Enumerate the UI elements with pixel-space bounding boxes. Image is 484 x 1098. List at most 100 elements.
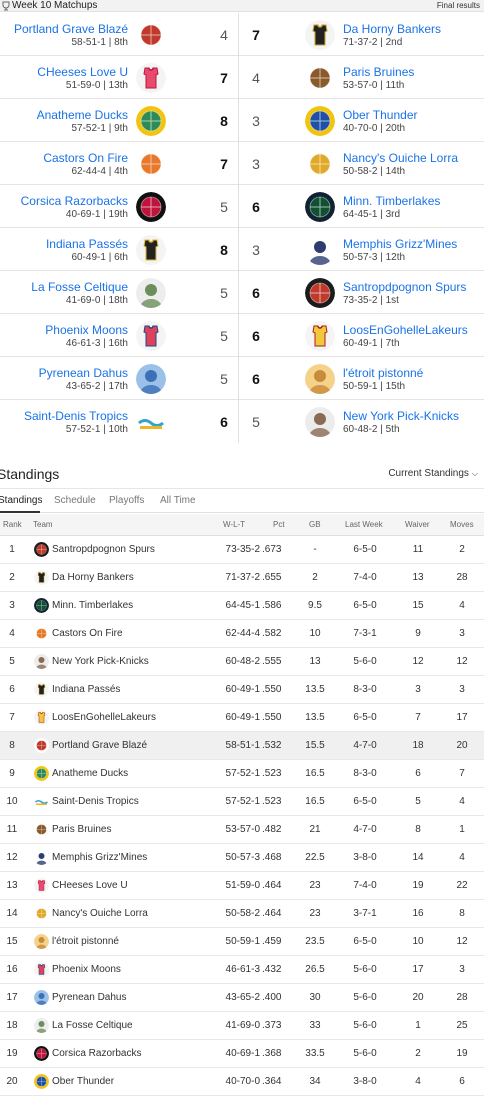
team-logo[interactable] [34,626,49,641]
col-rank[interactable]: Rank [3,520,22,530]
team-logo[interactable] [34,766,49,781]
team-logo[interactable] [34,794,49,809]
right-team-logo[interactable] [305,20,335,50]
team-name-cell[interactable]: Nancy's Ouiche Lorra [52,908,148,920]
table-row[interactable]: 19 Corsica Razorbacks 40-69-1.368 33.5 5-6-0… [0,1040,484,1068]
team-name-cell[interactable]: l'étroit pistonné [52,936,119,948]
col-wlt[interactable]: W-L-T [223,520,245,530]
team-logo[interactable] [34,878,49,893]
col-pct[interactable]: Pct [273,520,285,530]
table-row[interactable]: 2 Da Horny Bankers 71-37-2.655 2 7-4-0 13 28 [0,564,484,592]
table-row[interactable]: 9 Anatheme Ducks 57-52-1.523 16.5 8-3-0 6 7 [0,760,484,788]
team-logo[interactable] [34,654,49,669]
left-team-name[interactable]: Indiana Passés [46,237,128,251]
table-row[interactable]: 10 Saint-Denis Tropics 57-52-1.523 16.5 6-5-… [0,788,484,816]
team-name-cell[interactable]: Castors On Fire [52,628,123,640]
table-row[interactable]: 20 Ober Thunder 40-70-0.364 34 3-8-0 4 6 [0,1068,484,1096]
tab-schedule[interactable]: Schedule [54,495,96,507]
right-team-name[interactable]: New York Pick-Knicks [343,409,459,423]
right-team-name[interactable]: l'étroit pistonné [343,366,423,380]
table-row[interactable]: 13 CHeeses Love U 51-59-0.464 23 7-4-0 19 22 [0,872,484,900]
team-name-cell[interactable]: LoosEnGohelleLakeurs [52,712,156,724]
matchup-row[interactable]: Anatheme Ducks 57-52-1 | 9th 8 3 Ober Thunde… [0,99,484,142]
team-name-cell[interactable]: La Fosse Celtique [52,1020,133,1032]
left-team-logo[interactable] [136,407,166,437]
left-team-name[interactable]: Portland Grave Blazé [14,22,128,36]
team-name-cell[interactable]: Anatheme Ducks [52,768,128,780]
team-name-cell[interactable]: Da Horny Bankers [52,572,134,584]
left-team-logo[interactable] [136,364,166,394]
team-logo[interactable] [34,906,49,921]
tab-standings[interactable]: Standings [0,495,42,507]
left-team-logo[interactable] [136,321,166,351]
team-logo[interactable] [34,990,49,1005]
team-logo[interactable] [34,542,49,557]
matchup-row[interactable]: Castors On Fire 62-44-4 | 4th 7 3 Nancy's Ou… [0,142,484,185]
team-name-cell[interactable]: Minn. Timberlakes [52,600,133,612]
team-name-cell[interactable]: New York Pick-Knicks [52,656,149,668]
table-row[interactable]: 7 LoosEnGohelleLakeurs 60-49-1.550 13.5 6-5-… [0,704,484,732]
team-logo[interactable] [34,682,49,697]
right-team-logo[interactable] [305,149,335,179]
left-team-name[interactable]: La Fosse Celtique [31,280,128,294]
right-team-name[interactable]: Nancy's Ouiche Lorra [343,151,458,165]
matchup-row[interactable]: La Fosse Celtique 41-69-0 | 18th 5 6 Santrop… [0,271,484,314]
team-logo[interactable] [34,1074,49,1089]
team-logo[interactable] [34,822,49,837]
standings-selector[interactable]: Current Standings ⌵ [388,468,478,480]
team-name-cell[interactable]: Phoenix Moons [52,964,121,976]
left-team-logo[interactable] [136,63,166,93]
right-team-logo[interactable] [305,63,335,93]
table-row[interactable]: 17 Pyrenean Dahus 43-65-2.400 30 5-6-0 20 28 [0,984,484,1012]
right-team-logo[interactable] [305,278,335,308]
team-logo[interactable] [34,1046,49,1061]
matchup-row[interactable]: Saint-Denis Tropics 57-52-1 | 10th 6 5 New Y… [0,400,484,443]
left-team-logo[interactable] [136,192,166,222]
team-logo[interactable] [34,710,49,725]
table-row[interactable]: 16 Phoenix Moons 46-61-3.432 26.5 5-6-0 17 3 [0,956,484,984]
team-name-cell[interactable]: Paris Bruines [52,824,111,836]
table-row[interactable]: 14 Nancy's Ouiche Lorra 50-58-2.464 23 3-7-1… [0,900,484,928]
team-logo[interactable] [34,934,49,949]
table-row[interactable]: 5 New York Pick-Knicks 60-48-2.555 13 5-6-0 1… [0,648,484,676]
team-name-cell[interactable]: Corsica Razorbacks [52,1048,141,1060]
team-name-cell[interactable]: Memphis Grizz'Mines [52,852,147,864]
left-team-name[interactable]: Pyrenean Dahus [39,366,128,380]
table-row[interactable]: 12 Memphis Grizz'Mines 50-57-3.468 22.5 3-8-… [0,844,484,872]
table-row[interactable]: 3 Minn. Timberlakes 64-45-1.586 9.5 6-5-0 15 4 [0,592,484,620]
right-team-logo[interactable] [305,106,335,136]
team-name-cell[interactable]: Indiana Passés [52,684,120,696]
team-logo[interactable] [34,598,49,613]
matchup-row[interactable]: Indiana Passés 60-49-1 | 6th 8 3 Memphis Gri… [0,228,484,271]
tab-all-time[interactable]: All Time [160,495,196,507]
right-team-name[interactable]: Da Horny Bankers [343,22,441,36]
col-waiver[interactable]: Waiver [405,520,430,530]
matchup-row[interactable]: Portland Grave Blazé 58-51-1 | 8th 4 7 Da Ho… [0,13,484,56]
matchup-row[interactable]: CHeeses Love U 51-59-0 | 13th 7 4 Paris Brui… [0,56,484,99]
left-team-name[interactable]: CHeeses Love U [37,65,128,79]
tab-playoffs[interactable]: Playoffs [109,495,144,507]
right-team-logo[interactable] [305,235,335,265]
col-team[interactable]: Team [33,520,53,530]
table-row[interactable]: 6 Indiana Passés 60-49-1.550 13.5 8-3-0 3 3 [0,676,484,704]
right-team-name[interactable]: Santropdpognon Spurs [343,280,466,294]
right-team-name[interactable]: Ober Thunder [343,108,418,122]
team-logo[interactable] [34,850,49,865]
left-team-logo[interactable] [136,20,166,50]
matchup-row[interactable]: Phoenix Moons 46-61-3 | 16th 5 6 LoosEnGohel… [0,314,484,357]
left-team-logo[interactable] [136,149,166,179]
table-row[interactable]: 4 Castors On Fire 62-44-4.582 10 7-3-1 9 3 [0,620,484,648]
team-name-cell[interactable]: Ober Thunder [52,1076,114,1088]
matchup-row[interactable]: Pyrenean Dahus 43-65-2 | 17th 5 6 l'étroit p… [0,357,484,400]
left-team-name[interactable]: Phoenix Moons [45,323,128,337]
left-team-name[interactable]: Castors On Fire [43,151,128,165]
left-team-logo[interactable] [136,106,166,136]
right-team-logo[interactable] [305,192,335,222]
right-team-logo[interactable] [305,407,335,437]
left-team-name[interactable]: Corsica Razorbacks [21,194,128,208]
col-moves[interactable]: Moves [450,520,474,530]
table-row[interactable]: 15 l'étroit pistonné 50-59-1.459 23.5 6-5-0 1… [0,928,484,956]
right-team-name[interactable]: Paris Bruines [343,65,414,79]
left-team-logo[interactable] [136,235,166,265]
team-logo[interactable] [34,738,49,753]
